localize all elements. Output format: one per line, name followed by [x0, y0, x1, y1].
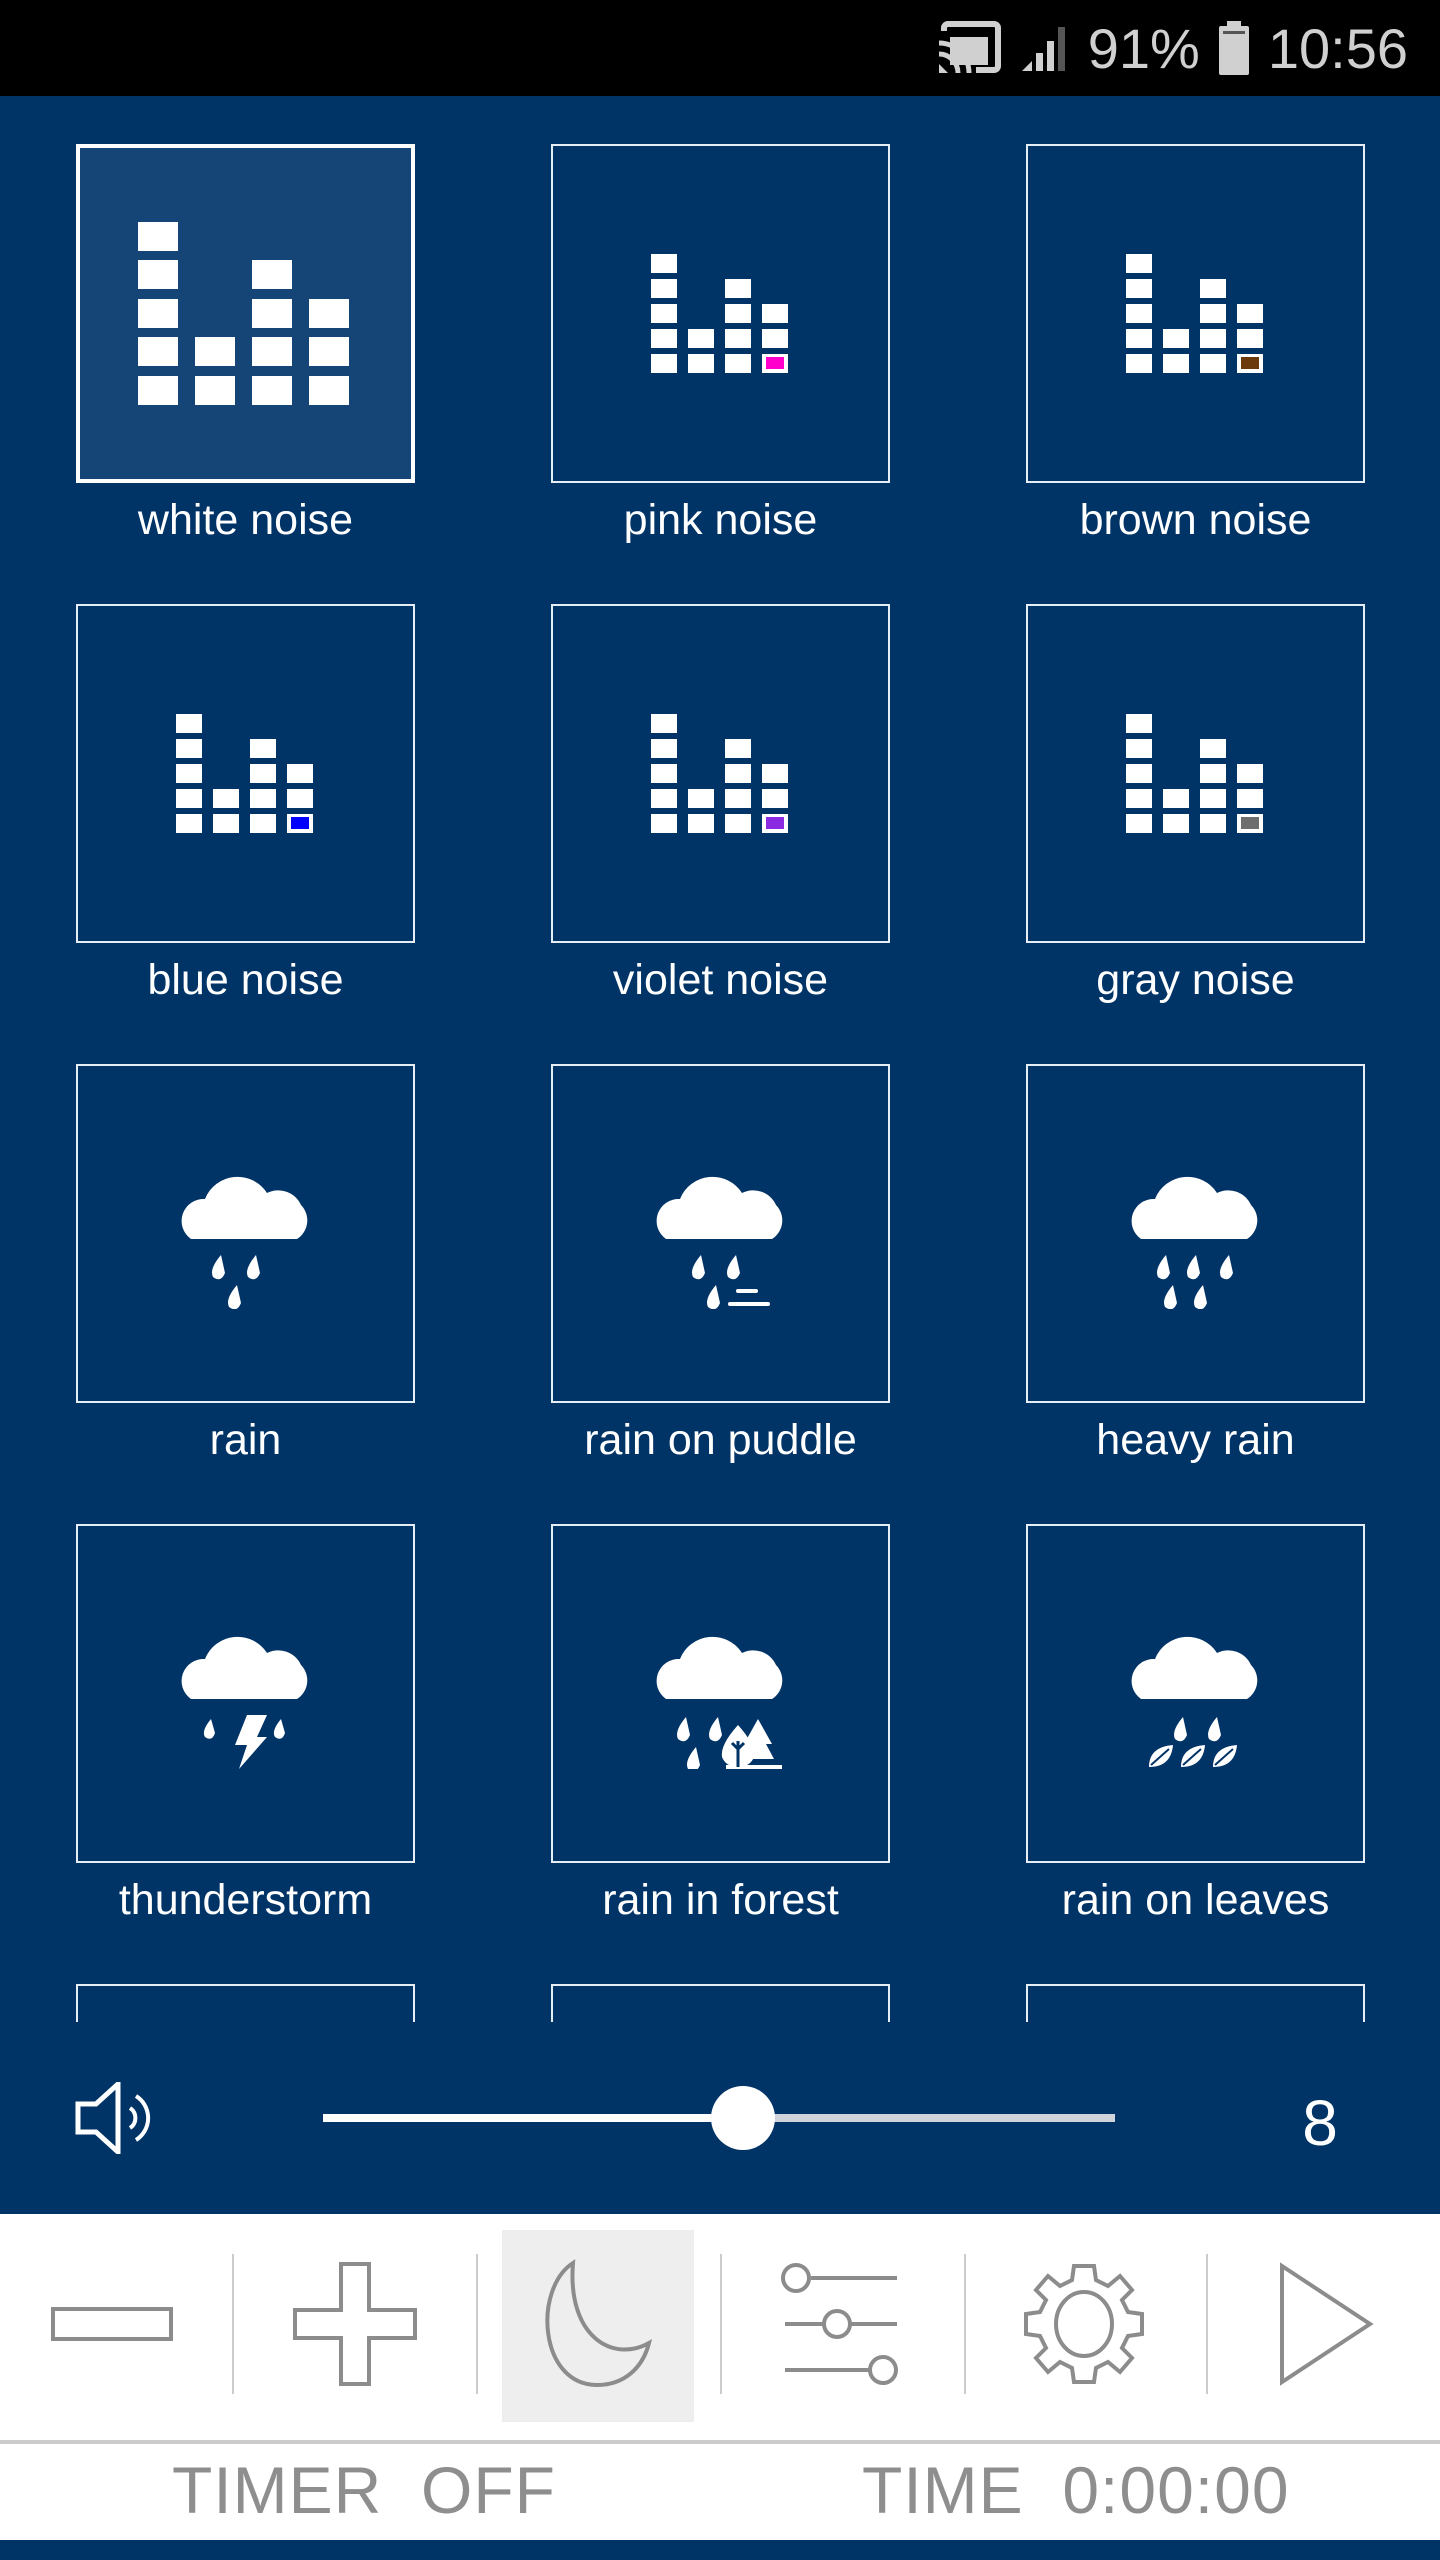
sound-tile-gray-noise[interactable] [1026, 604, 1365, 943]
divider [232, 2254, 234, 2394]
bottom-toolbar [0, 2214, 1440, 2442]
play-button[interactable] [1230, 2230, 1422, 2422]
sound-grid: white noise pink noise brown noise blue … [0, 96, 1440, 2022]
timer-status: TIMER OFF [172, 2453, 556, 2527]
sleep-timer-button[interactable] [502, 2230, 694, 2422]
sound-label: thunderstorm [118, 1876, 373, 1924]
rain-leaves-icon [1028, 1526, 1363, 1861]
settings-button[interactable] [988, 2230, 1180, 2422]
sound-tile-white-noise[interactable] [76, 144, 415, 483]
play-icon [1276, 2261, 1376, 2391]
noise-color-swatch [290, 816, 309, 829]
equalizer-icon [553, 146, 888, 481]
speaker-icon[interactable] [74, 2078, 166, 2159]
thunderstorm-icon [78, 1526, 413, 1861]
noise-color-swatch [1240, 816, 1259, 829]
sound-tile[interactable] [76, 1984, 415, 2022]
rain-puddle-icon [553, 1066, 888, 1401]
minus-icon [50, 2306, 174, 2347]
noise-color-swatch [765, 816, 784, 829]
sound-label: rain on leaves [1061, 1876, 1330, 1924]
sound-label: violet noise [612, 956, 829, 1004]
divider [476, 2254, 478, 2394]
sound-label: gray noise [1096, 956, 1295, 1004]
volume-slider-track[interactable] [742, 2114, 1115, 2122]
sound-label: rain [209, 1416, 282, 1464]
noise-color-swatch [1240, 356, 1259, 369]
plus-icon [293, 2261, 417, 2391]
sound-tile-rain[interactable] [76, 1064, 415, 1403]
sound-label: brown noise [1079, 496, 1312, 544]
equalizer-icon [1028, 146, 1363, 481]
sound-label: white noise [137, 496, 354, 544]
rain-icon [78, 1066, 413, 1401]
timer-footer: TIMER OFF TIME 0:00:00 [0, 2444, 1440, 2540]
equalizer-icon [80, 148, 411, 479]
divider [1206, 2254, 1208, 2394]
sound-tile-brown-noise[interactable] [1026, 144, 1365, 483]
rain-forest-icon [553, 1526, 888, 1861]
sound-label: rain in forest [602, 1876, 839, 1924]
cast-icon [935, 21, 1002, 75]
volume-slider-track-filled[interactable] [323, 2114, 743, 2122]
sound-tile-rain-on-puddle[interactable] [551, 1064, 890, 1403]
sound-tile-violet-noise[interactable] [551, 604, 890, 943]
equalizer-icon [78, 606, 413, 941]
gear-icon [1022, 2262, 1146, 2391]
plus-button[interactable] [259, 2230, 451, 2422]
volume-slider-thumb[interactable] [710, 2086, 775, 2150]
sliders-icon [781, 2262, 901, 2391]
equalizer-icon [553, 606, 888, 941]
sound-tile-rain-on-leaves[interactable] [1026, 1524, 1365, 1863]
clock: 10:56 [1267, 16, 1408, 80]
equalizer-icon [1028, 606, 1363, 941]
status-bar: 91% 10:56 [0, 0, 1440, 96]
sound-tile[interactable] [551, 1984, 890, 2022]
sound-label: blue noise [147, 956, 344, 1004]
heavy-rain-icon [1028, 1066, 1363, 1401]
battery-icon [1218, 21, 1250, 75]
divider [720, 2254, 722, 2394]
sound-tile[interactable] [1026, 1984, 1365, 2022]
sound-label: heavy rain [1096, 1416, 1295, 1464]
sound-tile-heavy-rain[interactable] [1026, 1064, 1365, 1403]
sound-tile-pink-noise[interactable] [551, 144, 890, 483]
volume-value: 8 [1302, 2087, 1338, 2159]
sound-tile-rain-in-forest[interactable] [551, 1524, 890, 1863]
sound-label: pink noise [623, 496, 818, 544]
bottom-band [0, 2540, 1440, 2560]
sound-tile-blue-noise[interactable] [76, 604, 415, 943]
sound-label: rain on puddle [584, 1416, 857, 1464]
noise-color-swatch [765, 356, 784, 369]
sound-tile-thunderstorm[interactable] [76, 1524, 415, 1863]
elapsed-time: TIME 0:00:00 [862, 2453, 1290, 2527]
mixer-button[interactable] [745, 2230, 937, 2422]
moon-icon [533, 2258, 663, 2394]
minus-button[interactable] [16, 2230, 208, 2422]
battery-percent: 91% [1087, 16, 1200, 80]
signal-icon [1020, 23, 1070, 73]
divider [964, 2254, 966, 2394]
